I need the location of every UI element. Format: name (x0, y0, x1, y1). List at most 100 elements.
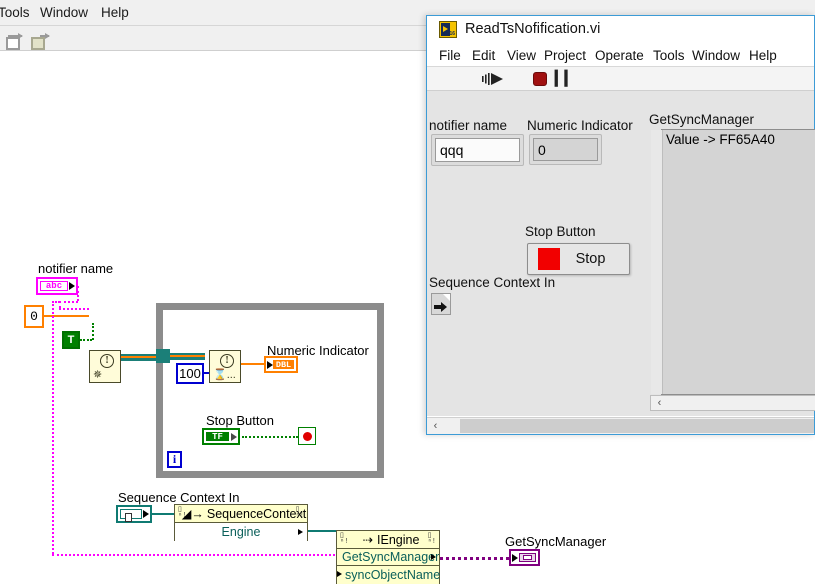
fp-scroll-left-button[interactable]: ‹ (427, 418, 444, 434)
wait-on-notification-node[interactable]: ! ⌛... (209, 350, 241, 383)
wire-stop-to-condition (242, 436, 298, 438)
fp-menu-help[interactable]: Help (749, 47, 777, 64)
get-sync-manager-label-bd: GetSyncManager (505, 534, 607, 549)
invoke-node-class: IEngine (377, 532, 420, 547)
stop-button[interactable]: Stop (527, 243, 630, 275)
sequence-context-in-terminal[interactable] (116, 505, 152, 523)
zero-constant[interactable]: 0 (24, 305, 44, 328)
invoke-node-param-row[interactable]: syncObjectName (337, 566, 441, 584)
labview-vi-icon: 16 (439, 21, 457, 38)
notifier-name-input[interactable]: qqq (435, 138, 520, 162)
menu-help[interactable]: Help (99, 4, 131, 22)
wire-notifier-name-seg1 (77, 286, 79, 301)
fp-menu-view[interactable]: View (507, 47, 536, 64)
sequence-context-in-control[interactable] (431, 293, 453, 317)
method-output-arrow-icon (431, 554, 436, 560)
invoke-node-param-name: syncObjectName (345, 568, 441, 582)
vi-icon-label: 16 (449, 31, 455, 37)
notifier-name-terminal-label: abc (40, 281, 68, 291)
property-node-class: SequenceContext (206, 506, 307, 521)
get-sync-manager-listbox[interactable]: Value -> FF65A40 (651, 129, 815, 395)
terminal-glyph-right-icon: ▯ ⁿ! (295, 506, 304, 520)
distribute-objects-icon[interactable] (31, 31, 51, 50)
sequence-context-in-label-fp: Sequence Context In (429, 275, 556, 290)
wire-seqctx-to-propnode (152, 513, 174, 515)
menu-tools[interactable]: Tools (0, 4, 32, 22)
fp-menu-tools[interactable]: Tools (653, 47, 685, 64)
while-loop-interior[interactable] (163, 310, 377, 471)
notifier-name-label-fp: notifier name (429, 118, 508, 133)
fp-menu-window[interactable]: Window (692, 47, 740, 64)
stop-button-label-bd: Stop Button (206, 413, 274, 428)
listbox-row-0[interactable]: Value -> FF65A40 (662, 130, 815, 148)
stop-indicator-icon (538, 248, 560, 270)
stop-button-label-fp: Stop Button (525, 224, 596, 239)
property-node-header: ▯ ⁿ! ◢→ SequenceContext ▯ ⁿ! (175, 505, 307, 523)
wire-notifier-name-seg4 (59, 308, 89, 310)
stop-button-terminal[interactable]: TF (202, 428, 240, 445)
front-panel-body[interactable]: notifier name qqq Numeric Indicator 0 St… (427, 91, 815, 416)
reference-arrow-icon: ⇢ (362, 533, 374, 547)
fp-menu-file[interactable]: File (439, 47, 461, 64)
iteration-terminal[interactable]: i (167, 451, 182, 468)
terminal-arrow-icon (512, 553, 518, 562)
hourglass-icon: ⌛... (213, 369, 236, 381)
terminal-glyph-left-icon: ▯ ⁿ! (340, 532, 349, 546)
wire-engine-to-invoke-seg1 (308, 530, 336, 532)
align-objects-icon[interactable] (6, 31, 26, 50)
engine-invoke-node[interactable]: ▯ ⁿ! ⇢ IEngine ▯ ⁿ! GetSyncManager syncObj… (336, 530, 440, 584)
listbox-scroll-left-button[interactable]: ‹ (651, 396, 668, 410)
wire-zero-to-obtain-notifier (44, 315, 89, 317)
true-constant[interactable]: T (62, 331, 80, 349)
front-panel-toolbar: ▎▎ (427, 67, 814, 91)
fp-scroll-thumb[interactable] (460, 419, 814, 433)
fp-menu-project[interactable]: Project (544, 47, 586, 64)
timeout-constant[interactable]: 100 (176, 363, 204, 384)
terminal-arrow-icon (69, 282, 75, 290)
stop-button-text: Stop (575, 251, 606, 267)
listbox-hscrollbar[interactable]: ‹ (650, 395, 815, 411)
sequence-context-in-label-bd: Sequence Context In (118, 490, 240, 505)
vi-icon-arrow (443, 26, 448, 32)
wire-true-to-obtain-seg1 (80, 339, 92, 341)
notifier-name-label: notifier name (38, 261, 114, 276)
obtain-notifier-node[interactable]: ! ✵ (89, 350, 121, 383)
notifier-name-control[interactable]: qqq (431, 134, 524, 166)
wire-notifier-refnum-inside (170, 353, 205, 360)
wire-notifier-name-seg2 (59, 301, 78, 303)
path-arrow-head-icon (441, 302, 447, 312)
notification-bang-icon: ! (220, 354, 234, 368)
property-output-arrow-icon (298, 529, 303, 535)
menu-window[interactable]: Window (38, 4, 90, 22)
terminal-glyph-right-icon: ▯ ⁿ! (427, 532, 436, 546)
get-sync-manager-label-fp: GetSyncManager (649, 112, 755, 127)
pause-icon[interactable]: ▎▎ (555, 71, 576, 85)
front-panel-titlebar[interactable]: 16 ReadTsNofification.vi (427, 16, 814, 43)
front-panel-window[interactable]: 16 ReadTsNofification.vi File Edit View … (426, 15, 815, 435)
sequence-context-property-node[interactable]: ▯ ⁿ! ◢→ SequenceContext ▯ ⁿ! Engine (174, 504, 308, 541)
refnum-icon (523, 555, 532, 560)
notifier-bang-icon: ! (100, 354, 114, 368)
abort-execution-icon[interactable] (533, 72, 547, 86)
while-loop[interactable] (156, 303, 384, 478)
numeric-indicator-control: 0 (529, 134, 602, 165)
property-node-row-engine[interactable]: Engine (175, 523, 307, 541)
listbox-left-gutter (651, 130, 663, 394)
terminal-glyph-left-icon: ▯ ⁿ! (178, 506, 187, 520)
numeric-indicator-value: 0 (533, 138, 598, 161)
wire-getsyncmanager-output (440, 557, 509, 560)
loop-condition-terminal[interactable] (298, 427, 316, 445)
wire-string-bottom-run (52, 554, 335, 556)
front-panel-hscrollbar[interactable]: ‹ (427, 417, 814, 434)
get-sync-manager-terminal[interactable] (509, 549, 540, 566)
notifier-name-terminal[interactable]: abc (36, 277, 78, 295)
terminal-arrow-icon (143, 510, 149, 518)
loop-input-tunnel[interactable] (156, 349, 170, 363)
invoke-node-method-row[interactable]: GetSyncManager (337, 549, 439, 566)
fp-menu-edit[interactable]: Edit (472, 47, 495, 64)
param-input-arrow-icon (337, 571, 342, 577)
fp-menu-operate[interactable]: Operate (595, 47, 644, 64)
numeric-indicator-terminal[interactable]: DBL (264, 356, 298, 373)
run-continuously-icon[interactable] (482, 72, 504, 86)
stop-if-true-icon (302, 431, 312, 441)
